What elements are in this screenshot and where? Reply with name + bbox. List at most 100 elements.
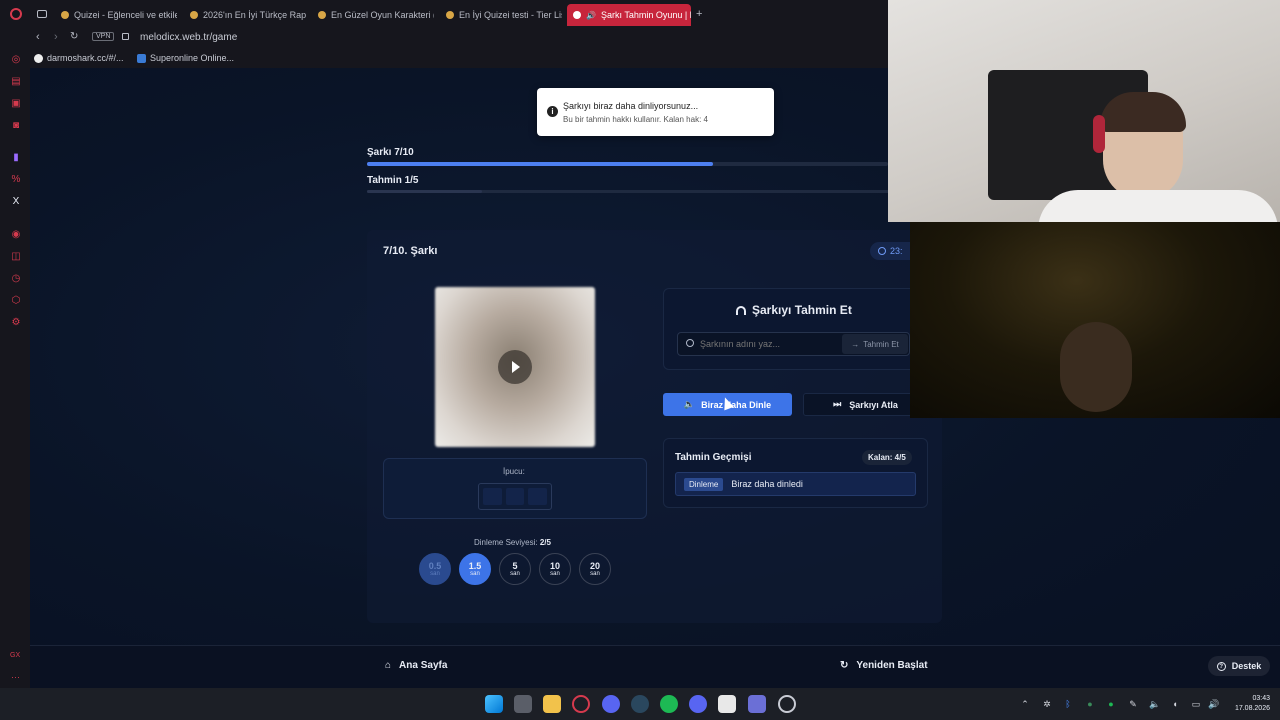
tray-network-icon[interactable]: ▭ — [1191, 699, 1201, 709]
tab-overview-icon[interactable] — [37, 10, 47, 18]
round-title: 7/10. Şarkı — [383, 245, 438, 257]
sidebar-gx-label[interactable]: GX — [10, 652, 20, 659]
sidebar-x-icon[interactable]: X — [11, 197, 21, 207]
tray-circle-icon[interactable]: ● — [1085, 699, 1095, 709]
sidebar-more-icon[interactable]: ··· — [11, 672, 20, 682]
sidebar-player-icon[interactable]: ◉ — [11, 230, 21, 240]
submit-guess-button[interactable]: → Tahmin Et — [842, 334, 908, 354]
file-explorer-icon[interactable] — [543, 695, 561, 713]
tab-quizei[interactable]: Quizei - Eğlenceli ve etkiles — [55, 4, 177, 26]
level-button-4[interactable]: 10 san — [539, 553, 571, 585]
level-button-3[interactable]: 5 san — [499, 553, 531, 585]
sidebar-store-icon[interactable]: ▤ — [11, 77, 21, 87]
clock-icon — [878, 247, 886, 255]
page-footer — [30, 645, 1280, 688]
speaker-icon: 🔊 — [586, 10, 596, 20]
app-icon[interactable] — [718, 695, 736, 713]
sidebar-messenger-icon[interactable]: ◙ — [11, 121, 21, 131]
tray-spotify-icon[interactable]: ● — [1106, 699, 1116, 709]
tray-mic-icon[interactable]: ◖ — [1170, 699, 1180, 709]
skip-icon: ⏭ — [833, 399, 842, 409]
webcam-overlay-top — [888, 0, 1280, 222]
sidebar-aria-icon[interactable]: ◎ — [11, 55, 21, 65]
webcam-headset — [1093, 115, 1105, 153]
level-button-5[interactable]: 20 san — [579, 553, 611, 585]
guess-input[interactable] — [700, 334, 838, 354]
app3-icon[interactable] — [778, 695, 796, 713]
back-icon[interactable]: ‹ — [36, 31, 40, 43]
level-button-1[interactable]: 0.5 san — [419, 553, 451, 585]
opera-gx-icon[interactable] — [572, 695, 590, 713]
browser-sidebar — [0, 48, 30, 688]
task-view-icon[interactable] — [514, 695, 532, 713]
hint-slot — [483, 488, 502, 505]
history-title: Tahmin Geçmişi — [675, 452, 752, 463]
song-progress-label: Şarkı 7/10 — [367, 147, 414, 158]
tab-favicon-icon — [61, 11, 69, 19]
tray-gear-icon[interactable]: ✲ — [1042, 699, 1052, 709]
guess-panel — [663, 288, 928, 370]
discord-icon[interactable] — [602, 695, 620, 713]
arrow-right-icon: → — [851, 339, 860, 349]
tab-oyun-karakteri[interactable]: En Güzel Oyun Karakteri (2 — [312, 4, 434, 26]
vpn-badge[interactable]: VPN — [92, 32, 115, 41]
level-button-2[interactable]: 1.5 san — [459, 553, 491, 585]
home-link[interactable]: ⌂ Ana Sayfa — [385, 660, 447, 671]
support-button[interactable]: ? Destek — [1208, 656, 1270, 676]
tray-chevron-icon[interactable]: ⌃ — [1020, 699, 1030, 709]
play-button[interactable] — [498, 350, 532, 384]
remaining-badge: Kalan: 4/5 — [862, 450, 912, 465]
webcam-person-body — [1038, 190, 1278, 222]
timer-value: 23: — [890, 246, 903, 256]
forward-icon[interactable]: › — [54, 31, 58, 43]
history-text: Biraz daha dinledi — [731, 479, 803, 489]
sidebar-extensions-icon[interactable]: ⬡ — [11, 296, 21, 306]
spotify-icon[interactable] — [660, 695, 678, 713]
opera-logo-icon[interactable] — [10, 8, 22, 20]
headphones-icon — [736, 305, 746, 315]
webcam-person-hair — [1100, 92, 1186, 132]
steam-icon[interactable] — [631, 695, 649, 713]
tab-favicon-icon — [573, 11, 581, 19]
tray-app-icon[interactable]: ✎ — [1128, 699, 1138, 709]
sidebar-settings-icon[interactable]: ⚙ — [11, 318, 21, 328]
restart-icon: ↻ — [840, 660, 849, 671]
sidebar-twitch-icon[interactable]: ▮ — [11, 153, 21, 163]
tray-bluetooth-icon[interactable]: ᛒ — [1063, 699, 1073, 709]
sidebar-pin-icon[interactable]: ◫ — [11, 252, 21, 262]
tab-sarki-tahmin[interactable]: 🔊 Şarkı Tahmin Oyunu | M — [567, 4, 691, 26]
song-progress-fill — [367, 162, 714, 166]
history-tag: Dinleme — [684, 477, 724, 491]
tab-tier-list[interactable]: En İyi Quizei testi - Tier List — [440, 4, 562, 26]
sidebar-twitch-chat-icon[interactable]: ▣ — [11, 99, 21, 109]
new-tab-button[interactable]: + — [696, 8, 702, 20]
tab-favicon-icon — [190, 11, 198, 19]
tray-speaker-icon[interactable]: 🔊 — [1208, 699, 1219, 709]
bookmark-superonline[interactable]: Superonline Online... — [137, 53, 234, 63]
discord-alt-icon[interactable] — [689, 695, 707, 713]
windows-start-icon[interactable] — [485, 695, 503, 713]
app2-icon[interactable] — [748, 695, 766, 713]
tab-rap[interactable]: 2026'ın En İyi Türkçe Rap — [184, 4, 306, 26]
url-field[interactable]: melodicx.web.tr/game — [140, 32, 237, 43]
clock-date: 17.08.2026 — [1234, 705, 1270, 712]
bookmark-favicon-icon — [137, 53, 146, 63]
restart-link[interactable]: ↻ Yeniden Başlat — [840, 660, 928, 671]
reload-icon[interactable]: ↻ — [70, 31, 78, 42]
bookmark-favicon-icon — [34, 53, 43, 63]
hint-label: İpucu: — [503, 467, 525, 476]
webcam-overlay-bottom — [910, 222, 1280, 418]
toast-message: Bu bir tahmin hakkı kullanır. Kalan hak:… — [563, 115, 708, 124]
bookmark-darmoshark[interactable]: darmoshark.cc/#/... — [34, 53, 124, 63]
home-icon: ⌂ — [385, 660, 392, 671]
taskbar-clock[interactable]: 03:43 17.08.2026 — [1226, 694, 1270, 714]
sidebar-percent-icon[interactable]: % — [11, 175, 21, 185]
tab-favicon-icon — [446, 11, 454, 19]
help-icon: ? — [1216, 661, 1226, 671]
guess-panel-header: Şarkıyı Tahmin Et — [736, 303, 852, 317]
guess-progress-label: Tahmin 1/5 — [367, 175, 419, 186]
clock-time: 03:43 — [1252, 695, 1270, 702]
history-item: Dinleme Biraz daha dinledi — [675, 472, 916, 496]
sidebar-history-icon[interactable]: ◷ — [11, 274, 21, 284]
tray-volume-icon[interactable]: 🔈 — [1149, 699, 1160, 709]
